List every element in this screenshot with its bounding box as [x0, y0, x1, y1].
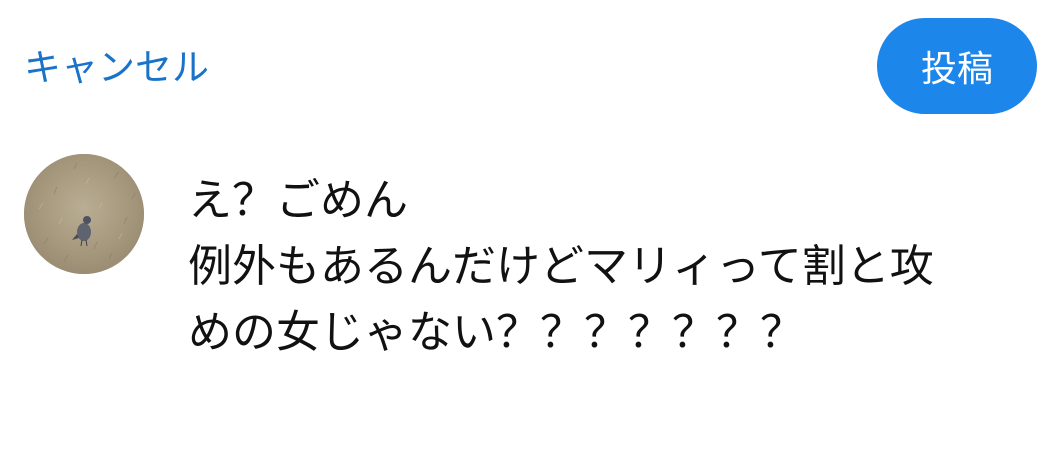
- cancel-button[interactable]: キャンセル: [24, 44, 209, 92]
- post-button-label: 投稿: [920, 49, 993, 90]
- post-button[interactable]: 投稿: [877, 18, 1037, 114]
- post-text-line: 例外もあるんだけどマリィって割と攻: [188, 241, 934, 292]
- post-text-input[interactable]: え？ごめん 例外もあるんだけどマリィって割と攻 めの女じゃない？？？？？？？: [188, 168, 1028, 366]
- bird-photo-avatar-icon: [24, 154, 144, 274]
- post-text-line: え？ごめん: [188, 175, 408, 226]
- avatar: [24, 154, 144, 274]
- post-text-line: めの女じゃない？？？？？？？: [188, 307, 804, 358]
